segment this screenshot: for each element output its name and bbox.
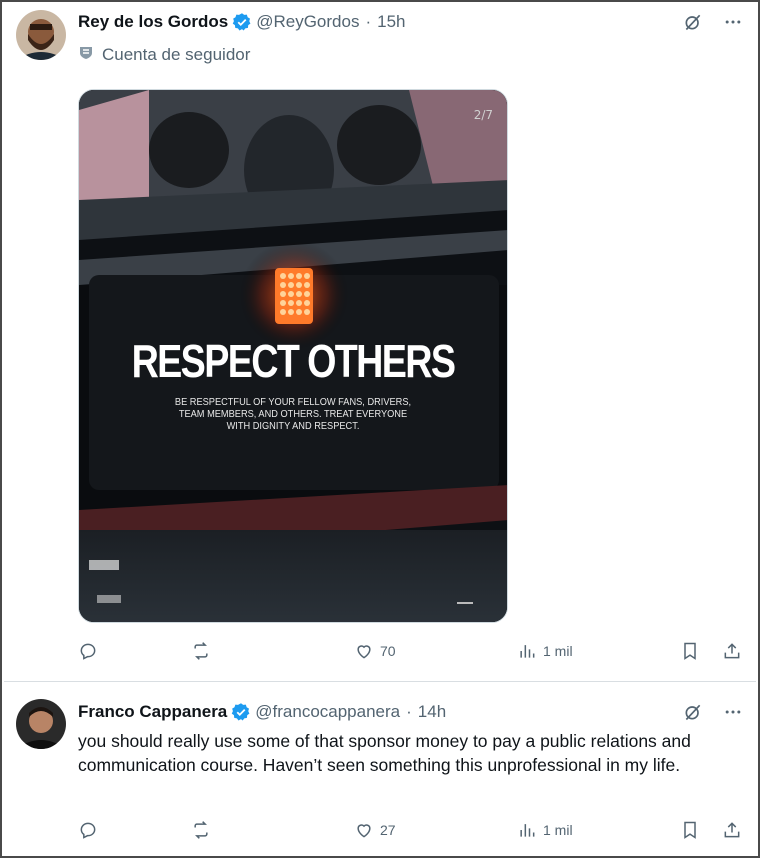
views-button[interactable]: 1 mil [517,641,667,661]
retweet-icon [194,821,208,839]
supporter-label: Cuenta de seguidor [78,44,250,65]
like-icon [357,824,371,838]
grok-icon[interactable] [682,11,704,33]
author-name[interactable]: Franco Cappanera [78,702,227,722]
verified-icon [232,12,252,32]
author-handle[interactable]: @francocappanera [255,702,400,722]
separator-dot: · [365,12,372,31]
retweet-icon [194,642,208,660]
more-icon[interactable] [722,701,744,723]
views-count: 1 mil [543,643,573,659]
timestamp[interactable]: 14h [418,702,446,722]
share-button[interactable] [722,820,742,840]
image-body-text: BE RESPECTFUL OF YOUR FELLOW FANS, DRIVE… [174,396,412,432]
reply-icon [80,822,96,839]
right-actions [680,820,742,840]
supporter-text: Cuenta de seguidor [102,44,251,64]
tweet-actions: 27 1 mil [78,820,742,840]
tweet-text: you should really use some of that spons… [78,731,691,775]
views-button[interactable]: 1 mil [517,820,667,840]
more-icon[interactable] [722,11,744,33]
views-count: 1 mil [543,822,573,838]
verified-icon [231,702,251,722]
tweet-actions: 70 1 mil [78,641,742,661]
like-count: 70 [380,643,396,659]
bookmark-icon [684,821,696,839]
retweet-button[interactable] [191,641,341,661]
tweet-image[interactable]: 2/7 RESPECT OTHERS BE RESPECTFUL OF YOUR… [78,89,508,623]
timeline-frame: Rey de los Gordos @ReyGordos · 15h Cuent… [0,0,760,858]
views-icon [520,824,535,837]
like-count: 27 [380,822,396,838]
header-actions [682,701,744,723]
avatar[interactable] [16,10,66,60]
tweet[interactable]: Rey de los Gordos @ReyGordos · 15h Cuent… [4,4,756,682]
supporter-badge-icon [78,44,94,65]
author-handle[interactable]: @ReyGordos [256,12,359,32]
like-button[interactable]: 27 [354,820,504,840]
share-button[interactable] [722,641,742,661]
grok-icon[interactable] [682,701,704,723]
timestamp[interactable]: 15h [377,12,405,32]
bookmark-button[interactable] [680,820,700,840]
header-actions [682,11,744,33]
reply-button[interactable] [78,641,178,661]
reply-button[interactable] [78,820,178,840]
separator-dot: · [406,702,412,721]
avatar[interactable] [16,699,66,749]
views-icon [520,645,535,658]
share-icon [724,822,740,838]
like-button[interactable]: 70 [354,641,504,661]
bookmark-button[interactable] [680,641,700,661]
like-icon [357,645,371,659]
share-icon [724,643,740,659]
tweet-header: Franco Cappanera @francocappanera · 14h [78,702,744,722]
bookmark-icon [684,642,696,660]
author-name[interactable]: Rey de los Gordos [78,12,228,32]
reply-icon [80,643,96,660]
tweet-header: Rey de los Gordos @ReyGordos · 15h [78,12,744,32]
right-actions [680,641,742,661]
image-headline: RESPECT OTHERS [131,335,457,387]
image-counter: 2/7 [473,108,493,122]
tweet[interactable]: Franco Cappanera @francocappanera · 14h … [4,683,756,858]
retweet-button[interactable] [191,820,341,840]
